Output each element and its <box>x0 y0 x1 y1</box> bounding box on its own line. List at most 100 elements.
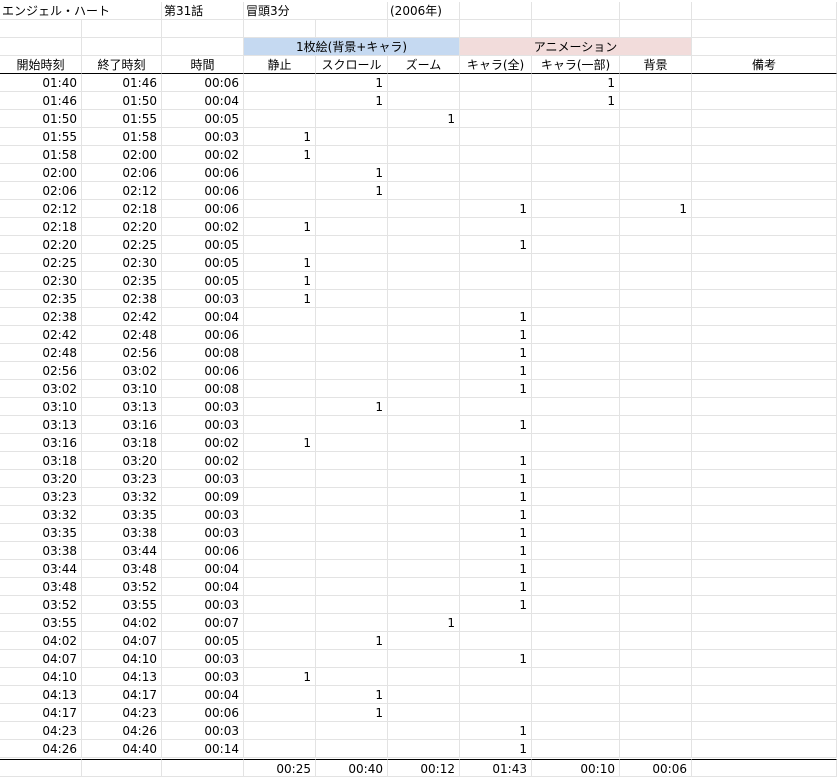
cell-chara-full[interactable] <box>460 398 532 416</box>
cell-duration[interactable]: 00:06 <box>162 326 244 344</box>
cell-end-time[interactable]: 02:48 <box>82 326 162 344</box>
cell-still[interactable]: 1 <box>244 272 316 290</box>
cell-still[interactable]: 1 <box>244 290 316 308</box>
cell-end-time[interactable]: 03:18 <box>82 434 162 452</box>
cell-chara-partial[interactable] <box>532 380 620 398</box>
cell-start-time[interactable]: 04:26 <box>0 740 82 758</box>
cell-scroll[interactable]: 1 <box>316 686 388 704</box>
cell-end-time[interactable]: 02:00 <box>82 146 162 164</box>
cell-still[interactable] <box>244 722 316 740</box>
cell-still[interactable] <box>244 164 316 182</box>
cell-start-time[interactable]: 02:20 <box>0 236 82 254</box>
cell-start-time[interactable]: 04:02 <box>0 632 82 650</box>
cell-zoom[interactable] <box>388 164 460 182</box>
header-scroll[interactable]: スクロール <box>316 56 388 74</box>
cell-scroll[interactable] <box>316 524 388 542</box>
cell-scroll[interactable] <box>316 290 388 308</box>
total-blank[interactable] <box>82 759 162 777</box>
cell-notes[interactable] <box>692 92 837 110</box>
cell-end-time[interactable]: 04:23 <box>82 704 162 722</box>
cell-start-time[interactable]: 02:06 <box>0 182 82 200</box>
cell-zoom[interactable] <box>388 578 460 596</box>
cell-end-time[interactable]: 04:17 <box>82 686 162 704</box>
cell-still[interactable]: 1 <box>244 218 316 236</box>
cell-start-time[interactable]: 03:44 <box>0 560 82 578</box>
cell-background[interactable] <box>620 236 692 254</box>
cell-notes[interactable] <box>692 110 837 128</box>
cell-duration[interactable]: 00:04 <box>162 308 244 326</box>
cell-scroll[interactable] <box>316 560 388 578</box>
cell-notes[interactable] <box>692 452 837 470</box>
cell-notes[interactable] <box>692 650 837 668</box>
cell-duration[interactable]: 00:08 <box>162 344 244 362</box>
cell-background[interactable] <box>620 686 692 704</box>
cell-scroll[interactable]: 1 <box>316 704 388 722</box>
cell-background[interactable] <box>620 488 692 506</box>
cell-end-time[interactable]: 02:25 <box>82 236 162 254</box>
cell-duration[interactable]: 00:03 <box>162 416 244 434</box>
cell-zoom[interactable] <box>388 632 460 650</box>
cell-scroll[interactable] <box>316 506 388 524</box>
cell-notes[interactable] <box>692 596 837 614</box>
cell-zoom[interactable] <box>388 236 460 254</box>
cell-chara-partial[interactable] <box>532 542 620 560</box>
cell-background[interactable] <box>620 182 692 200</box>
cell-notes[interactable] <box>692 398 837 416</box>
cell-start-time[interactable]: 03:55 <box>0 614 82 632</box>
cell-notes[interactable] <box>692 524 837 542</box>
total-zoom[interactable]: 00:12 <box>388 759 460 777</box>
cell-still[interactable] <box>244 326 316 344</box>
cell-scroll[interactable] <box>316 578 388 596</box>
header-chara-partial[interactable]: キャラ(一部) <box>532 56 620 74</box>
cell-duration[interactable]: 00:03 <box>162 290 244 308</box>
cell-end-time[interactable]: 01:55 <box>82 110 162 128</box>
cell-scroll[interactable] <box>316 218 388 236</box>
cell-chara-partial[interactable] <box>532 434 620 452</box>
cell-chara-partial[interactable] <box>532 164 620 182</box>
cell-duration[interactable]: 00:03 <box>162 668 244 686</box>
cell-duration[interactable]: 00:04 <box>162 92 244 110</box>
total-still[interactable]: 00:25 <box>244 759 316 777</box>
cell-end-time[interactable]: 03:10 <box>82 380 162 398</box>
cell-zoom[interactable]: 1 <box>388 614 460 632</box>
cell-scroll[interactable] <box>316 128 388 146</box>
cell-end-time[interactable]: 04:10 <box>82 650 162 668</box>
cell-end-time[interactable]: 03:02 <box>82 362 162 380</box>
cell-duration[interactable]: 00:02 <box>162 146 244 164</box>
cell-chara-partial[interactable] <box>532 488 620 506</box>
cell-notes[interactable] <box>692 290 837 308</box>
cell-start-time[interactable]: 03:32 <box>0 506 82 524</box>
empty-cell[interactable] <box>82 20 162 38</box>
cell-chara-partial[interactable]: 1 <box>532 92 620 110</box>
cell-chara-full[interactable]: 1 <box>460 236 532 254</box>
cell-chara-full[interactable]: 1 <box>460 560 532 578</box>
header-zoom[interactable]: ズーム <box>388 56 460 74</box>
empty-cell[interactable] <box>244 20 316 38</box>
empty-cell[interactable] <box>162 20 244 38</box>
cell-chara-full[interactable]: 1 <box>460 470 532 488</box>
cell-zoom[interactable] <box>388 254 460 272</box>
cell-chara-partial[interactable] <box>532 254 620 272</box>
cell-end-time[interactable]: 03:20 <box>82 452 162 470</box>
cell-notes[interactable] <box>692 740 837 758</box>
header-chara-full[interactable]: キャラ(全) <box>460 56 532 74</box>
cell-notes[interactable] <box>692 218 837 236</box>
cell-still[interactable] <box>244 200 316 218</box>
cell-duration[interactable]: 00:02 <box>162 218 244 236</box>
cell-notes[interactable] <box>692 686 837 704</box>
cell-zoom[interactable] <box>388 200 460 218</box>
cell-chara-full[interactable]: 1 <box>460 416 532 434</box>
empty-cell[interactable] <box>0 20 82 38</box>
cell-duration[interactable]: 00:03 <box>162 722 244 740</box>
cell-start-time[interactable]: 02:12 <box>0 200 82 218</box>
cell-end-time[interactable]: 02:12 <box>82 182 162 200</box>
cell-end-time[interactable]: 02:56 <box>82 344 162 362</box>
cell-zoom[interactable] <box>388 740 460 758</box>
segment-cell[interactable]: 冒頭3分 <box>244 2 388 20</box>
cell-start-time[interactable]: 03:35 <box>0 524 82 542</box>
cell-duration[interactable]: 00:03 <box>162 650 244 668</box>
cell-chara-partial[interactable] <box>532 290 620 308</box>
cell-background[interactable] <box>620 218 692 236</box>
cell-background[interactable] <box>620 506 692 524</box>
cell-chara-full[interactable]: 1 <box>460 596 532 614</box>
